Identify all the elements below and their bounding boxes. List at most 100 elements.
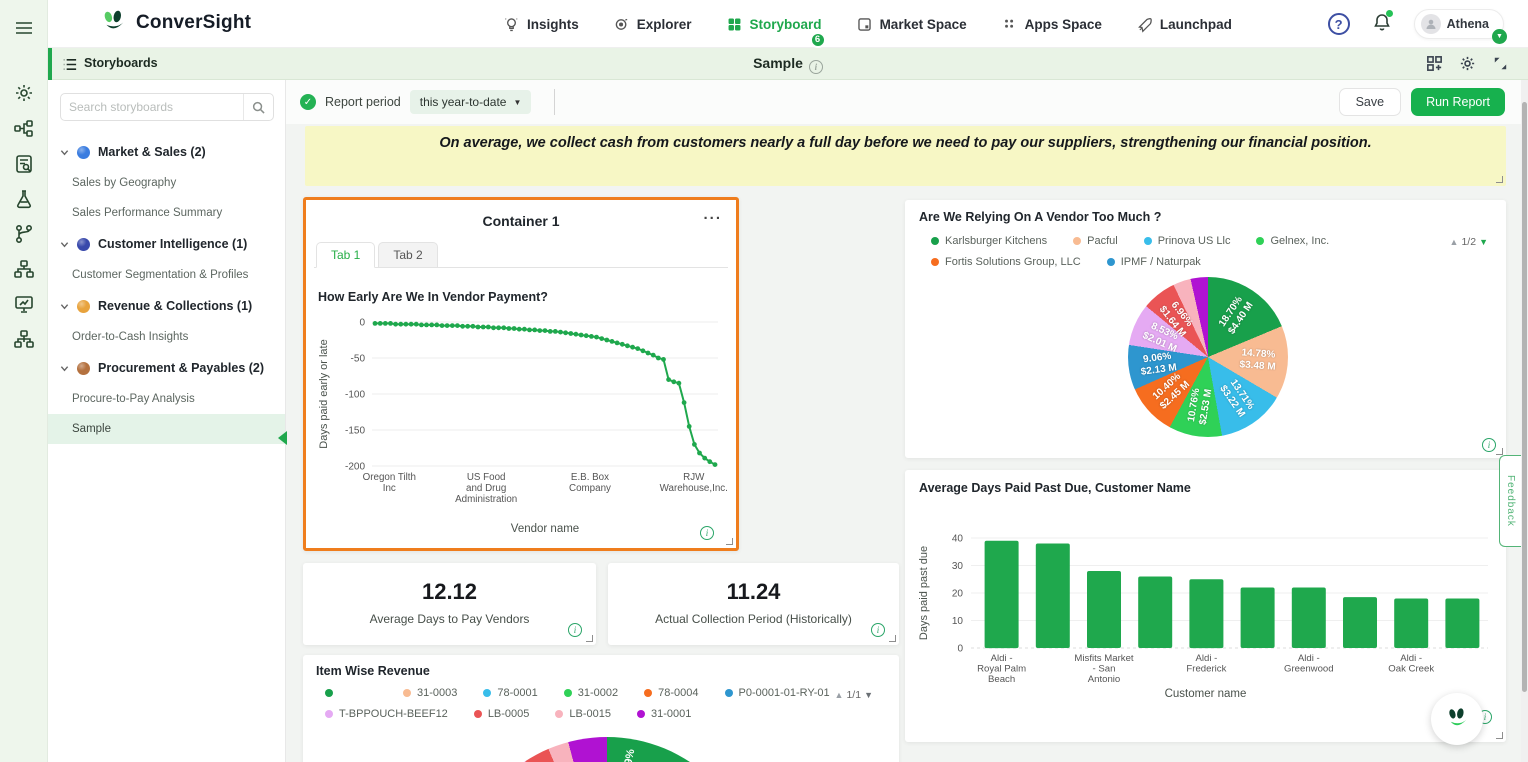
legend-page-up-icon[interactable]: ▲	[835, 690, 844, 700]
top-navbar: ConverSight Insights Explorer Storyboard…	[48, 0, 1528, 48]
legend-item-IPMF / Naturpak[interactable]: IPMF / Naturpak	[1107, 256, 1201, 268]
legend-item-31-0002[interactable]: 31-0002	[564, 687, 618, 699]
report-period-check-icon[interactable]: ✓	[300, 94, 316, 110]
tree-group-3[interactable]: Procurement & Payables (2)	[48, 352, 285, 384]
flask-icon[interactable]	[13, 188, 35, 210]
feedback-tab[interactable]: Feedback	[1499, 455, 1521, 547]
vendor-pie-card[interactable]: Are We Relying On A Vendor Too Much ? Ka…	[905, 200, 1506, 458]
container-menu-dots[interactable]: ...	[703, 206, 722, 223]
tree-item-procure-to-pay-analysis[interactable]: Procure-to-Pay Analysis	[48, 384, 285, 414]
tree-item-sales-performance-summary[interactable]: Sales Performance Summary	[48, 198, 285, 228]
search-input[interactable]	[61, 100, 243, 114]
tree-group-2[interactable]: Revenue & Collections (1)	[48, 290, 285, 322]
tree-group-0[interactable]: Market & Sales (2)	[48, 136, 285, 168]
money-icon	[77, 300, 90, 313]
nav-launchpad[interactable]: Launchpad	[1136, 16, 1232, 33]
legend-item-P0-0001-01-RY-01[interactable]: P0-0001-01-RY-01	[725, 687, 830, 699]
legend-item-Gelnex, Inc.[interactable]: Gelnex, Inc.	[1256, 235, 1329, 247]
legend-item-78-0004[interactable]: 78-0004	[644, 687, 698, 699]
insight-banner: On average, we collect cash from custome…	[305, 126, 1506, 186]
board-settings-gear-icon[interactable]	[1458, 54, 1477, 73]
widget-info-icon[interactable]: i	[700, 526, 714, 540]
legend-dot	[931, 237, 939, 245]
report-period-dropdown[interactable]: this year-to-date▼	[410, 90, 532, 114]
legend-item-31-0003[interactable]: 31-0003	[403, 687, 457, 699]
nav-apps-space[interactable]: Apps Space	[1001, 16, 1102, 33]
legend-item-Fortis Solutions Group, LLC[interactable]: Fortis Solutions Group, LLC	[931, 256, 1081, 268]
days-past-due-bar-chart[interactable]: 010203040Aldi -Royal PalmBeachMisfits Ma…	[913, 498, 1498, 688]
tree-group-1[interactable]: Customer Intelligence (1)	[48, 228, 285, 260]
legend-item-Karlsburger Kitchens[interactable]: Karlsburger Kitchens	[931, 235, 1047, 247]
presentation-chart-icon[interactable]	[13, 293, 35, 315]
tab-1[interactable]: Tab 1	[316, 242, 375, 268]
nav-explorer[interactable]: Explorer	[613, 16, 692, 33]
resize-corner[interactable]	[586, 635, 593, 642]
conversight-logo[interactable]: ConverSight	[100, 9, 251, 37]
globe-icon	[77, 146, 90, 159]
org-chart-icon[interactable]	[13, 328, 35, 350]
legend-item-31-0001[interactable]: 31-0001	[637, 708, 691, 720]
kpi-card-collection-period[interactable]: 11.24 Actual Collection Period (Historic…	[608, 563, 899, 645]
legend-dot	[325, 689, 333, 697]
sidebar-collapse-handle[interactable]	[278, 431, 287, 445]
add-widget-grid-icon[interactable]	[1425, 54, 1444, 73]
legend-item-blank[interactable]	[325, 689, 377, 697]
resize-corner[interactable]	[1496, 448, 1503, 455]
user-menu[interactable]: Athena ▼	[1414, 9, 1504, 39]
legend-page-up-icon[interactable]: ▲	[1450, 237, 1459, 247]
widget-info-icon[interactable]: i	[1482, 438, 1496, 452]
tab-2[interactable]: Tab 2	[378, 242, 437, 268]
kpi-label: Actual Collection Period (Historically)	[608, 612, 899, 626]
item-revenue-card[interactable]: Item Wise Revenue 31-0003 78-0001 31-0002 7…	[303, 655, 899, 762]
title-info-icon[interactable]: i	[809, 60, 823, 74]
tree-item-order-to-cash-insights[interactable]: Order-to-Cash Insights	[48, 322, 285, 352]
vendor-pie-chart[interactable]: 18.70%$4.40 M14.78%$3.48 M13.71%$3.22 M1…	[1128, 277, 1288, 437]
tree-item-sales-by-geography[interactable]: Sales by Geography	[48, 168, 285, 198]
resize-corner[interactable]	[889, 635, 896, 642]
git-branch-icon[interactable]	[13, 223, 35, 245]
nav-storyboard[interactable]: Storyboard 6	[726, 16, 822, 33]
nav-insights[interactable]: Insights	[503, 16, 579, 33]
kpi-card-days-to-pay[interactable]: 12.12 Average Days to Pay Vendors i	[303, 563, 596, 645]
widget-info-icon[interactable]: i	[871, 623, 885, 637]
resize-corner[interactable]	[726, 538, 733, 545]
svg-text:Administration: Administration	[455, 494, 517, 505]
notifications-bell[interactable]	[1372, 12, 1392, 37]
container-1-card[interactable]: Container 1 ... Tab 1 Tab 2 How Early Ar…	[303, 197, 739, 551]
save-button[interactable]: Save	[1339, 88, 1402, 116]
item-revenue-pie-chart[interactable]: 9%	[457, 737, 757, 762]
scrollbar-thumb[interactable]	[1522, 102, 1527, 692]
tree-item-sample[interactable]: Sample	[48, 414, 285, 444]
legend-page-down-icon[interactable]: ▼	[1479, 237, 1488, 247]
athena-chat-bubble[interactable]	[1431, 693, 1483, 745]
tree-item-customer-segmentation-profiles[interactable]: Customer Segmentation & Profiles	[48, 260, 285, 290]
legend-item-LB-0005[interactable]: LB-0005	[474, 708, 530, 720]
search-icon[interactable]	[243, 94, 273, 120]
resize-corner[interactable]	[1496, 732, 1503, 739]
container-tabs: Tab 1 Tab 2	[314, 242, 728, 268]
legend-dot	[644, 689, 652, 697]
hamburger-menu-icon[interactable]	[13, 17, 35, 39]
help-icon[interactable]: ?	[1328, 13, 1350, 35]
sitemap-icon[interactable]	[13, 258, 35, 280]
legend-item-T-BPPOUCH-BEEF12[interactable]: T-BPPOUCH-BEEF12	[325, 708, 448, 720]
bar-chart-card[interactable]: Average Days Paid Past Due, Customer Nam…	[905, 470, 1506, 742]
legend-item-LB-0015[interactable]: LB-0015	[555, 708, 611, 720]
legend-item-Prinova US Llc[interactable]: Prinova US Llc	[1144, 235, 1231, 247]
run-report-button[interactable]: Run Report	[1411, 88, 1505, 116]
nav-market-space[interactable]: Market Space	[856, 16, 967, 33]
svg-text:and Drug: and Drug	[466, 483, 506, 494]
settings-gear-icon[interactable]	[13, 82, 35, 104]
resize-corner[interactable]	[1496, 176, 1503, 183]
widget-info-icon[interactable]: i	[568, 623, 582, 637]
svg-text:Oregon Tilth: Oregon Tilth	[363, 472, 416, 483]
document-search-icon[interactable]	[13, 153, 35, 175]
legend-item-Pacful[interactable]: Pacful	[1073, 235, 1118, 247]
item-chart-title: Item Wise Revenue	[316, 664, 430, 678]
svg-text:Antonio: Antonio	[1088, 674, 1121, 685]
fullscreen-expand-icon[interactable]	[1491, 54, 1510, 73]
legend-item-78-0001[interactable]: 78-0001	[483, 687, 537, 699]
legend-page-down-icon[interactable]: ▼	[864, 690, 873, 700]
network-share-icon[interactable]	[13, 118, 35, 140]
vendor-payment-scatter-chart[interactable]: 0-50-100-150-200Oregon TilthIncUS Foodan…	[314, 304, 732, 542]
